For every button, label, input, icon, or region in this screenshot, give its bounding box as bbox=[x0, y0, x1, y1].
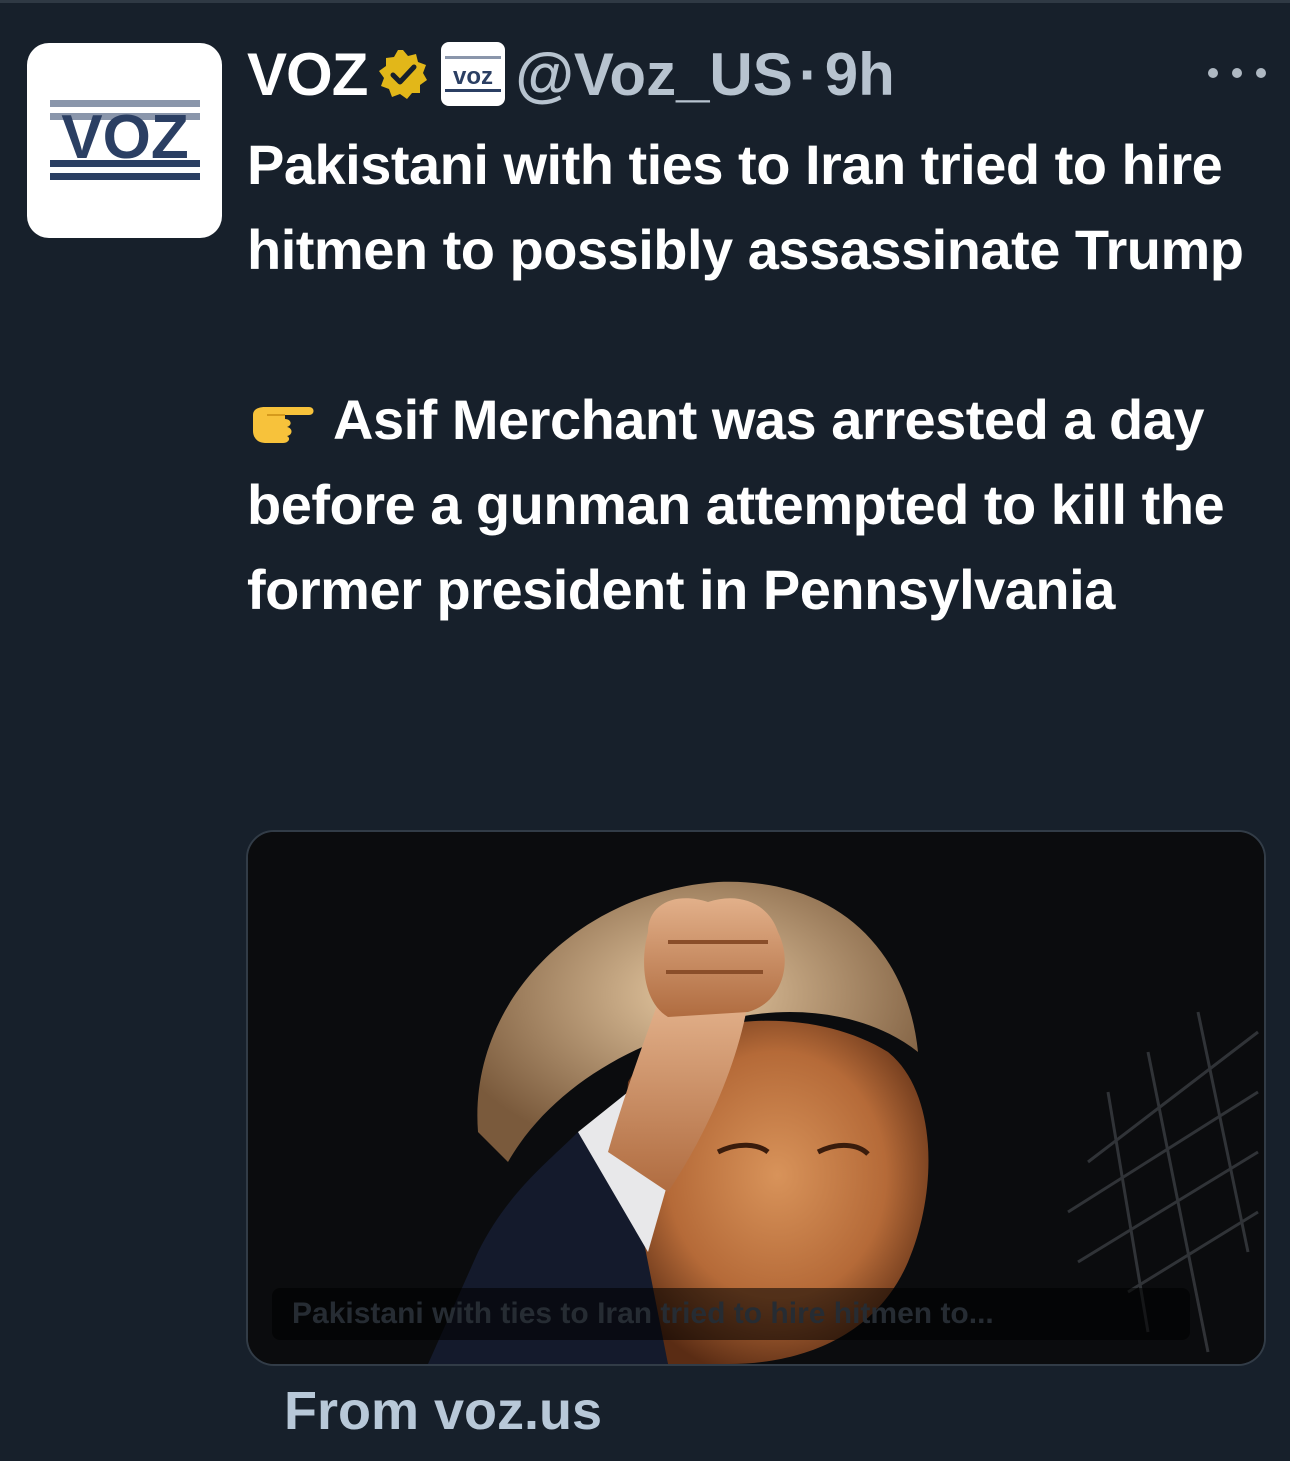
separator-dot: · bbox=[798, 40, 819, 108]
tweet-text: Pakistani with ties to Iran tried to hir… bbox=[247, 122, 1267, 632]
tweet-body-paragraph: Asif Merchant was arrested a day before … bbox=[247, 377, 1267, 632]
pointing-right-hand-icon bbox=[253, 407, 314, 443]
divider bbox=[0, 0, 1290, 3]
affiliate-badge[interactable]: voz bbox=[441, 42, 506, 106]
svg-text:voz: voz bbox=[453, 63, 493, 90]
tweet[interactable]: VOZ VOZ voz @Voz_US · 9h Pakistani with … bbox=[0, 0, 1290, 1461]
link-card[interactable]: Pakistani with ties to Iran tried to hir… bbox=[246, 830, 1266, 1366]
avatar[interactable]: VOZ bbox=[27, 43, 222, 238]
tweet-header: VOZ voz @Voz_US · 9h bbox=[247, 38, 895, 110]
card-image bbox=[248, 832, 1264, 1364]
voz-logo-icon: VOZ bbox=[49, 99, 200, 180]
display-name[interactable]: VOZ bbox=[247, 40, 368, 109]
voz-affiliate-icon: voz bbox=[445, 56, 502, 92]
card-source-link[interactable]: From voz.us bbox=[284, 1376, 602, 1446]
timestamp[interactable]: 9h bbox=[825, 40, 895, 109]
svg-text:VOZ: VOZ bbox=[61, 103, 188, 172]
handle[interactable]: @Voz_US bbox=[515, 40, 792, 109]
verified-badge-icon[interactable] bbox=[377, 48, 429, 100]
tweet-headline: Pakistani with ties to Iran tried to hir… bbox=[247, 133, 1244, 281]
more-options-icon[interactable] bbox=[1208, 58, 1266, 88]
tweet-body: Asif Merchant was arrested a day before … bbox=[247, 388, 1225, 621]
card-title[interactable]: Pakistani with ties to Iran tried to hir… bbox=[272, 1288, 1190, 1340]
